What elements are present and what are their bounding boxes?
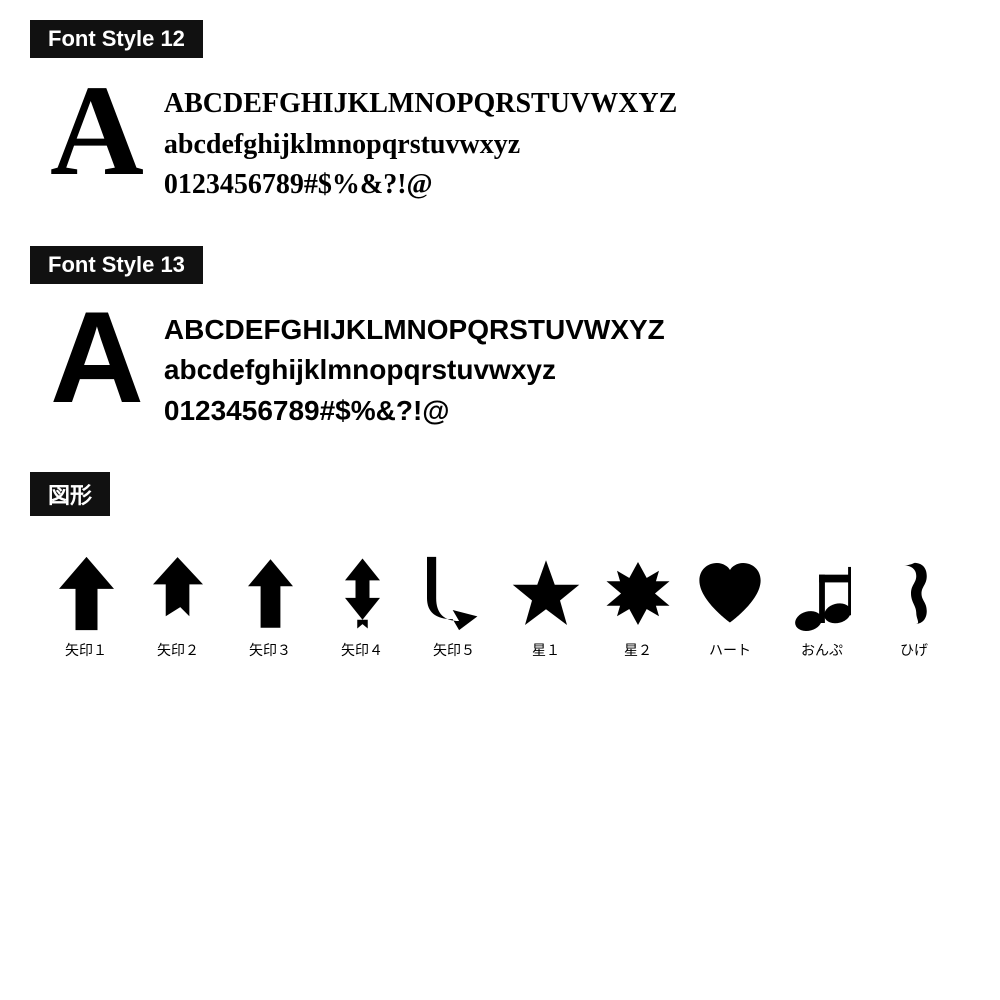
yajirushi1-icon — [51, 554, 121, 634]
font-style-12-section: Font Style 12 A ABCDEFGHIJKLMNOPQRSTUVWX… — [30, 20, 970, 206]
font-13-demo: A ABCDEFGHIJKLMNOPQRSTUVWXYZ abcdefghijk… — [30, 302, 970, 432]
yajirushi4-label: 矢印４ — [341, 640, 383, 660]
shape-item-yajirushi4: 矢印４ — [316, 554, 408, 660]
shape-item-yajirushi2: 矢印２ — [132, 554, 224, 660]
yajirushi4-icon — [327, 554, 397, 634]
yajirushi5-icon — [419, 554, 489, 634]
hoshi1-icon — [511, 554, 581, 634]
font-13-alphabet: ABCDEFGHIJKLMNOPQRSTUVWXYZ abcdefghijklm… — [164, 302, 665, 432]
hoshi2-label: 星２ — [624, 640, 652, 660]
hoshi1-label: 星１ — [532, 640, 560, 660]
yajirushi3-label: 矢印３ — [249, 640, 291, 660]
font-12-demo: A ABCDEFGHIJKLMNOPQRSTUVWXYZ abcdefghijk… — [30, 76, 970, 206]
font-style-12-label: Font Style 12 — [30, 20, 203, 58]
shapes-section: 図形 矢印１ 矢印２ — [30, 472, 970, 680]
yajirushi2-label: 矢印２ — [157, 640, 199, 660]
onpu-icon — [787, 554, 857, 634]
shape-item-hoshi2: 星２ — [592, 554, 684, 660]
yajirushi1-label: 矢印１ — [65, 640, 107, 660]
shape-item-yajirushi3: 矢印３ — [224, 554, 316, 660]
hige-icon — [879, 554, 949, 634]
shape-item-yajirushi1: 矢印１ — [40, 554, 132, 660]
hige-label: ひげ — [900, 640, 928, 660]
heart-icon — [695, 554, 765, 634]
yajirushi2-icon — [143, 554, 213, 634]
yajirushi5-label: 矢印５ — [433, 640, 475, 660]
font-style-13-section: Font Style 13 A ABCDEFGHIJKLMNOPQRSTUVWX… — [30, 246, 970, 432]
shape-item-heart: ハート — [684, 554, 776, 660]
shapes-grid: 矢印１ 矢印２ 矢印３ — [30, 534, 970, 680]
onpu-label: おんぷ — [801, 640, 843, 660]
shape-item-onpu: おんぷ — [776, 554, 868, 660]
yajirushi3-icon — [235, 554, 305, 634]
font-12-alphabet: ABCDEFGHIJKLMNOPQRSTUVWXYZ abcdefghijklm… — [164, 76, 677, 206]
font-13-big-letter: A — [50, 292, 144, 422]
hoshi2-icon — [603, 554, 673, 634]
shapes-label: 図形 — [30, 472, 110, 516]
shape-item-hoshi1: 星１ — [500, 554, 592, 660]
heart-label: ハート — [709, 640, 751, 660]
font-12-big-letter: A — [50, 66, 144, 196]
font-style-13-label: Font Style 13 — [30, 246, 203, 284]
shape-item-yajirushi5: 矢印５ — [408, 554, 500, 660]
shape-item-hige: ひげ — [868, 554, 960, 660]
